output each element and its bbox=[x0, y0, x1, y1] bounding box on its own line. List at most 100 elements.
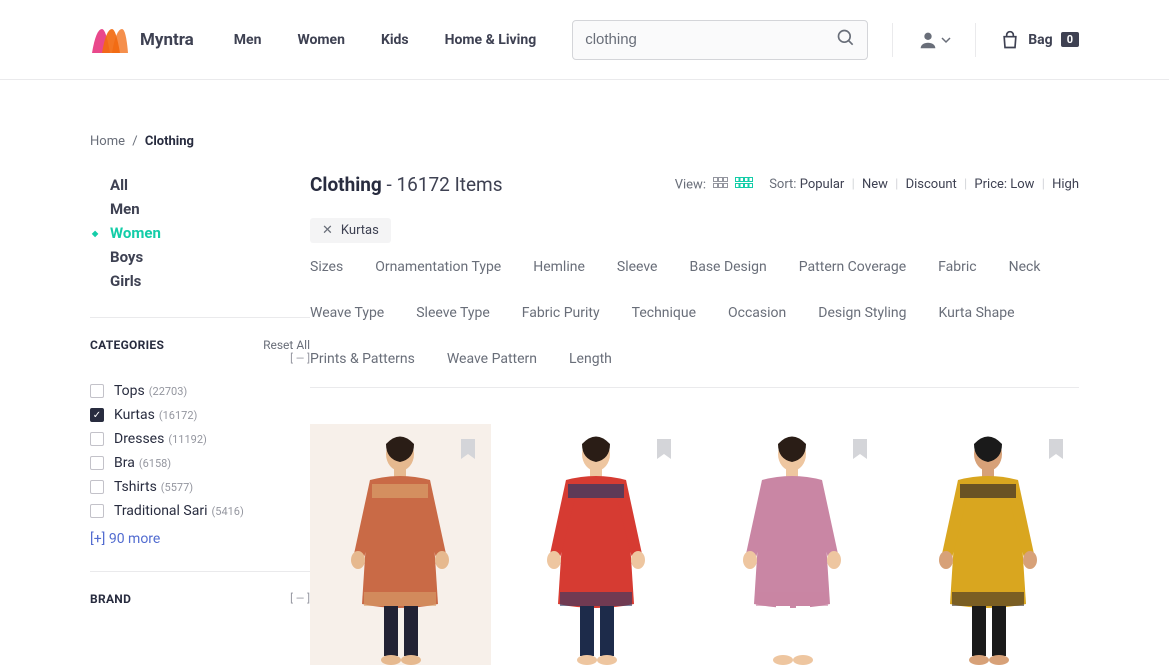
bag-label: Bag bbox=[1028, 32, 1052, 48]
separator: | bbox=[1042, 177, 1045, 192]
view-grid-3-icon[interactable] bbox=[713, 177, 729, 193]
product-card[interactable] bbox=[310, 424, 491, 665]
categories-more[interactable]: [+] 90 more bbox=[90, 531, 310, 547]
view-grid-4-icon[interactable] bbox=[735, 177, 753, 193]
filter-option[interactable]: Base Design bbox=[689, 259, 766, 275]
filter-option[interactable]: Weave Pattern bbox=[447, 351, 537, 367]
breadcrumb-current: Clothing bbox=[145, 134, 194, 149]
sort-option[interactable]: Price: Low bbox=[971, 177, 1037, 192]
filter-option[interactable]: Ornamentation Type bbox=[375, 259, 501, 275]
checkbox-icon bbox=[90, 384, 104, 398]
gender-girls[interactable]: Girls bbox=[110, 269, 310, 293]
bookmark-icon[interactable] bbox=[655, 438, 673, 464]
category-item[interactable]: Bra(6158) bbox=[90, 451, 310, 475]
top-nav: Men Women Kids Home & Living bbox=[234, 32, 536, 48]
chip-label: Kurtas bbox=[341, 223, 379, 238]
gender-women[interactable]: Women bbox=[110, 221, 310, 245]
filter-option[interactable]: Weave Type bbox=[310, 305, 384, 321]
product-image bbox=[506, 424, 687, 665]
bookmark-icon[interactable] bbox=[851, 438, 869, 464]
category-label: Kurtas bbox=[114, 407, 155, 423]
filter-option[interactable]: Sizes bbox=[310, 259, 343, 275]
collapse-icon[interactable]: [ — ] bbox=[290, 592, 310, 605]
breadcrumb-home[interactable]: Home bbox=[90, 134, 125, 149]
brand-head: BRAND [ — ] bbox=[90, 592, 310, 606]
sidebar: All Men Women Boys Girls CATEGORIES Rese… bbox=[90, 173, 310, 665]
checkbox-icon bbox=[90, 456, 104, 470]
category-item[interactable]: Tops(22703) bbox=[90, 379, 310, 403]
results-header: Clothing - 16172 Items View: bbox=[310, 173, 1079, 196]
divider bbox=[90, 317, 310, 318]
bag-button[interactable]: Bag 0 bbox=[1000, 29, 1079, 51]
separator: | bbox=[895, 177, 898, 192]
nav-men[interactable]: Men bbox=[234, 32, 262, 48]
results-count: - 16172 Items bbox=[382, 173, 503, 196]
bag-icon bbox=[1000, 29, 1020, 51]
checkbox-icon bbox=[90, 432, 104, 446]
product-card[interactable] bbox=[898, 424, 1079, 665]
sort-option[interactable]: Popular bbox=[800, 177, 848, 192]
collapse-icon[interactable]: [ — ] bbox=[263, 352, 310, 365]
search-input[interactable] bbox=[572, 20, 868, 60]
product-image bbox=[702, 424, 883, 665]
gender-men[interactable]: Men bbox=[110, 197, 310, 221]
breadcrumb-sep: / bbox=[132, 134, 137, 149]
checkbox-icon bbox=[90, 504, 104, 518]
gender-all[interactable]: All bbox=[110, 173, 310, 197]
divider bbox=[90, 571, 310, 572]
category-item[interactable]: Traditional Sari(5416) bbox=[90, 499, 310, 523]
nav-home-living[interactable]: Home & Living bbox=[445, 32, 537, 48]
category-item[interactable]: Tshirts(5577) bbox=[90, 475, 310, 499]
sort-option[interactable]: New bbox=[859, 177, 891, 192]
filter-option[interactable]: Pattern Coverage bbox=[799, 259, 906, 275]
nav-women[interactable]: Women bbox=[297, 32, 344, 48]
nav-kids[interactable]: Kids bbox=[381, 32, 409, 48]
category-count: (22703) bbox=[149, 385, 188, 398]
filter-option[interactable]: Design Styling bbox=[818, 305, 906, 321]
filter-chip-kurtas[interactable]: ✕ Kurtas bbox=[310, 218, 391, 243]
checkbox-icon bbox=[90, 480, 104, 494]
filter-option[interactable]: Prints & Patterns bbox=[310, 351, 415, 367]
gender-boys[interactable]: Boys bbox=[110, 245, 310, 269]
category-count: (11192) bbox=[168, 433, 207, 446]
category-item[interactable]: ✓Kurtas(16172) bbox=[90, 403, 310, 427]
logo-text: Myntra bbox=[140, 30, 194, 50]
category-count: (5577) bbox=[161, 481, 193, 494]
filter-option[interactable]: Hemline bbox=[533, 259, 585, 275]
header-right: Bag 0 bbox=[892, 23, 1079, 57]
filter-bar: Sizes Ornamentation Type Hemline Sleeve Base… bbox=[310, 259, 1079, 388]
filter-option[interactable]: Kurta Shape bbox=[939, 305, 1015, 321]
sort-option[interactable]: Discount bbox=[902, 177, 960, 192]
user-icon bbox=[917, 29, 939, 51]
view-toggle: View: bbox=[675, 177, 753, 193]
categories-title: CATEGORIES bbox=[90, 338, 164, 352]
category-count: (6158) bbox=[139, 457, 171, 470]
search-icon[interactable] bbox=[836, 28, 856, 52]
active-filters: ✕ Kurtas bbox=[310, 218, 1079, 243]
results-title: Clothing - 16172 Items bbox=[310, 173, 503, 196]
filter-option[interactable]: Length bbox=[569, 351, 612, 367]
sort-option[interactable]: High bbox=[1049, 177, 1079, 192]
filter-option[interactable]: Technique bbox=[632, 305, 696, 321]
filter-option[interactable]: Sleeve bbox=[617, 259, 658, 275]
bookmark-icon[interactable] bbox=[459, 438, 477, 464]
logo[interactable]: Myntra bbox=[90, 25, 194, 55]
filter-option[interactable]: Fabric bbox=[938, 259, 976, 275]
search bbox=[572, 20, 868, 60]
user-menu[interactable] bbox=[917, 29, 951, 51]
category-item[interactable]: Dresses(11192) bbox=[90, 427, 310, 451]
separator: | bbox=[852, 177, 855, 192]
view-label: View: bbox=[675, 177, 706, 192]
filter-option[interactable]: Neck bbox=[1009, 259, 1041, 275]
product-card[interactable] bbox=[506, 424, 687, 665]
filter-option[interactable]: Occasion bbox=[728, 305, 786, 321]
filter-option[interactable]: Sleeve Type bbox=[416, 305, 490, 321]
categories-head: CATEGORIES Reset All [ — ] bbox=[90, 338, 310, 365]
divider bbox=[892, 23, 893, 57]
product-image bbox=[898, 424, 1079, 665]
reset-all[interactable]: Reset All bbox=[263, 338, 310, 352]
bookmark-icon[interactable] bbox=[1047, 438, 1065, 464]
product-card[interactable] bbox=[702, 424, 883, 665]
category-label: Traditional Sari bbox=[114, 503, 208, 519]
filter-option[interactable]: Fabric Purity bbox=[522, 305, 600, 321]
